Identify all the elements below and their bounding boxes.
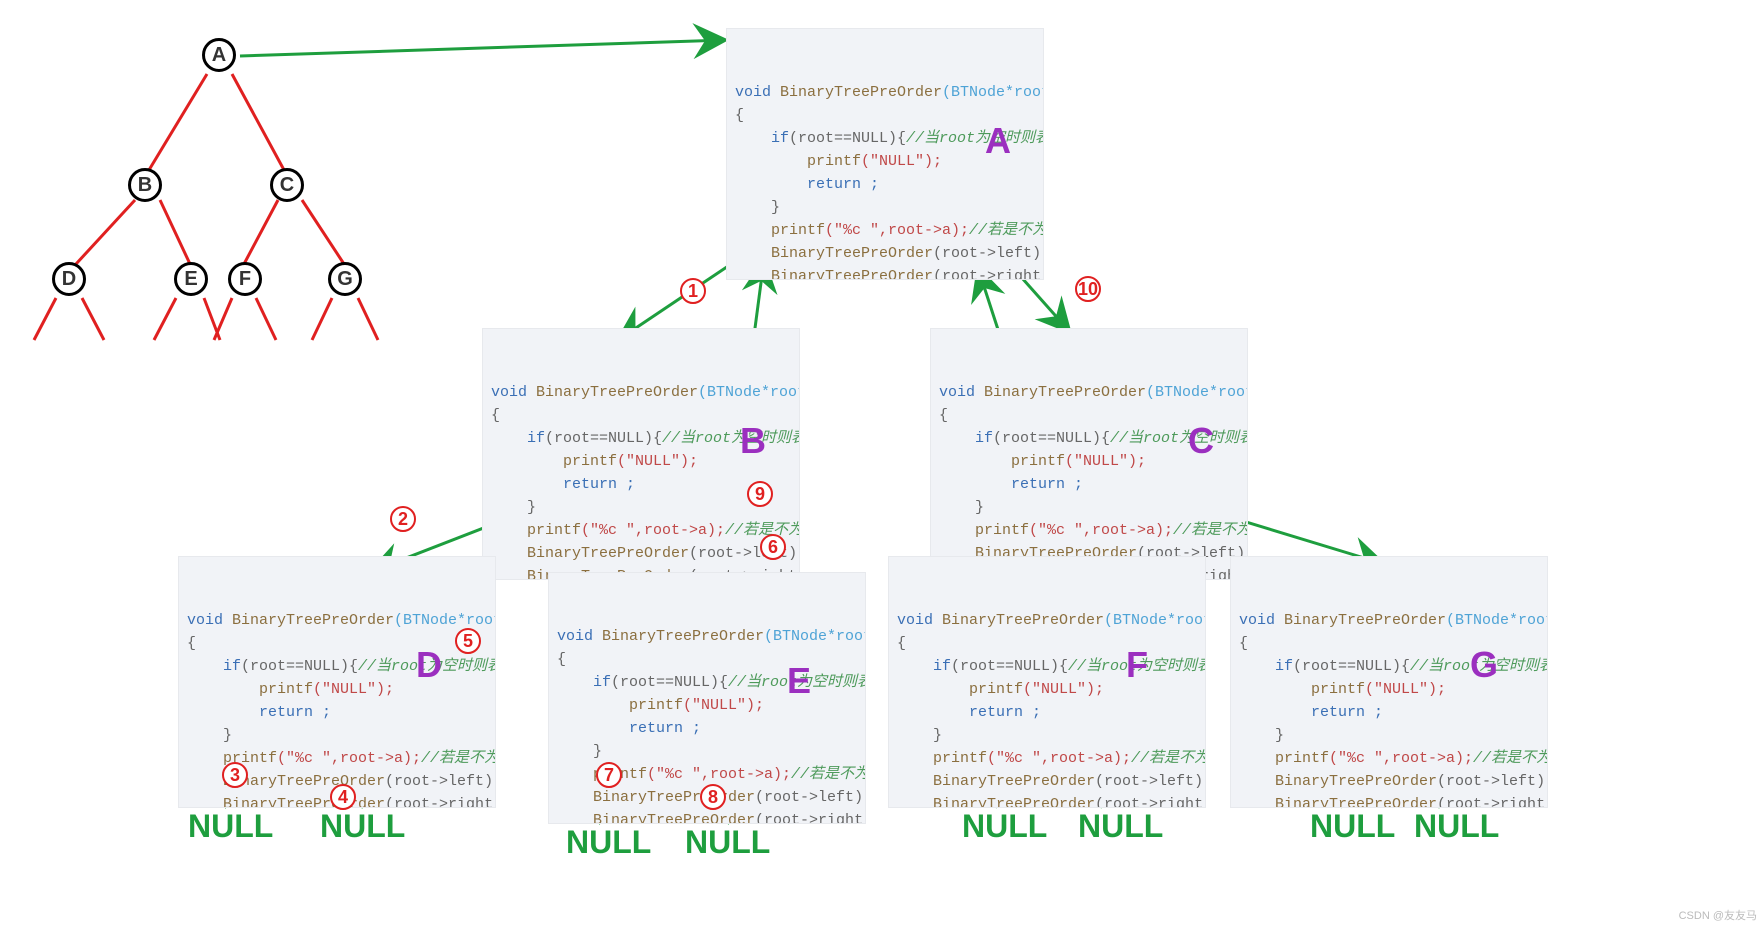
null-g1: NULL bbox=[1310, 808, 1395, 845]
step-4: 4 bbox=[330, 784, 356, 810]
watermark: CSDN @友友马 bbox=[1679, 907, 1757, 923]
step-8: 8 bbox=[700, 784, 726, 810]
null-d1: NULL bbox=[188, 808, 273, 845]
code-label-A: A bbox=[985, 120, 1011, 162]
null-f1: NULL bbox=[962, 808, 1047, 845]
code-label-C: C bbox=[1188, 420, 1214, 462]
step-7: 7 bbox=[596, 762, 622, 788]
tree-node-B: B bbox=[128, 168, 162, 202]
step-5: 5 bbox=[455, 628, 481, 654]
step-1: 1 bbox=[680, 278, 706, 304]
code-label-D: D bbox=[416, 644, 442, 686]
null-e1: NULL bbox=[566, 824, 651, 861]
diagram-canvas: A B C D E F G void BinaryTreePreOrder(BT… bbox=[0, 0, 1763, 927]
tree-node-A: A bbox=[202, 38, 236, 72]
code-box-G: void BinaryTreePreOrder(BTNode*root) { i… bbox=[1230, 556, 1548, 808]
null-f2: NULL bbox=[1078, 808, 1163, 845]
null-d2: NULL bbox=[320, 808, 405, 845]
step-6: 6 bbox=[760, 534, 786, 560]
code-label-B: B bbox=[740, 420, 766, 462]
code-label-G: G bbox=[1470, 644, 1498, 686]
step-10: 10 bbox=[1075, 276, 1101, 302]
null-e2: NULL bbox=[685, 824, 770, 861]
step-2: 2 bbox=[390, 506, 416, 532]
tree-node-D: D bbox=[52, 262, 86, 296]
step-9: 9 bbox=[747, 481, 773, 507]
step-3: 3 bbox=[222, 762, 248, 788]
code-label-E: E bbox=[787, 660, 811, 702]
tree-node-C: C bbox=[270, 168, 304, 202]
tree-node-E: E bbox=[174, 262, 208, 296]
tree-node-F: F bbox=[228, 262, 262, 296]
null-g2: NULL bbox=[1414, 808, 1499, 845]
code-label-F: F bbox=[1126, 644, 1148, 686]
code-box-F: void BinaryTreePreOrder(BTNode*root) { i… bbox=[888, 556, 1206, 808]
tree-node-G: G bbox=[328, 262, 362, 296]
